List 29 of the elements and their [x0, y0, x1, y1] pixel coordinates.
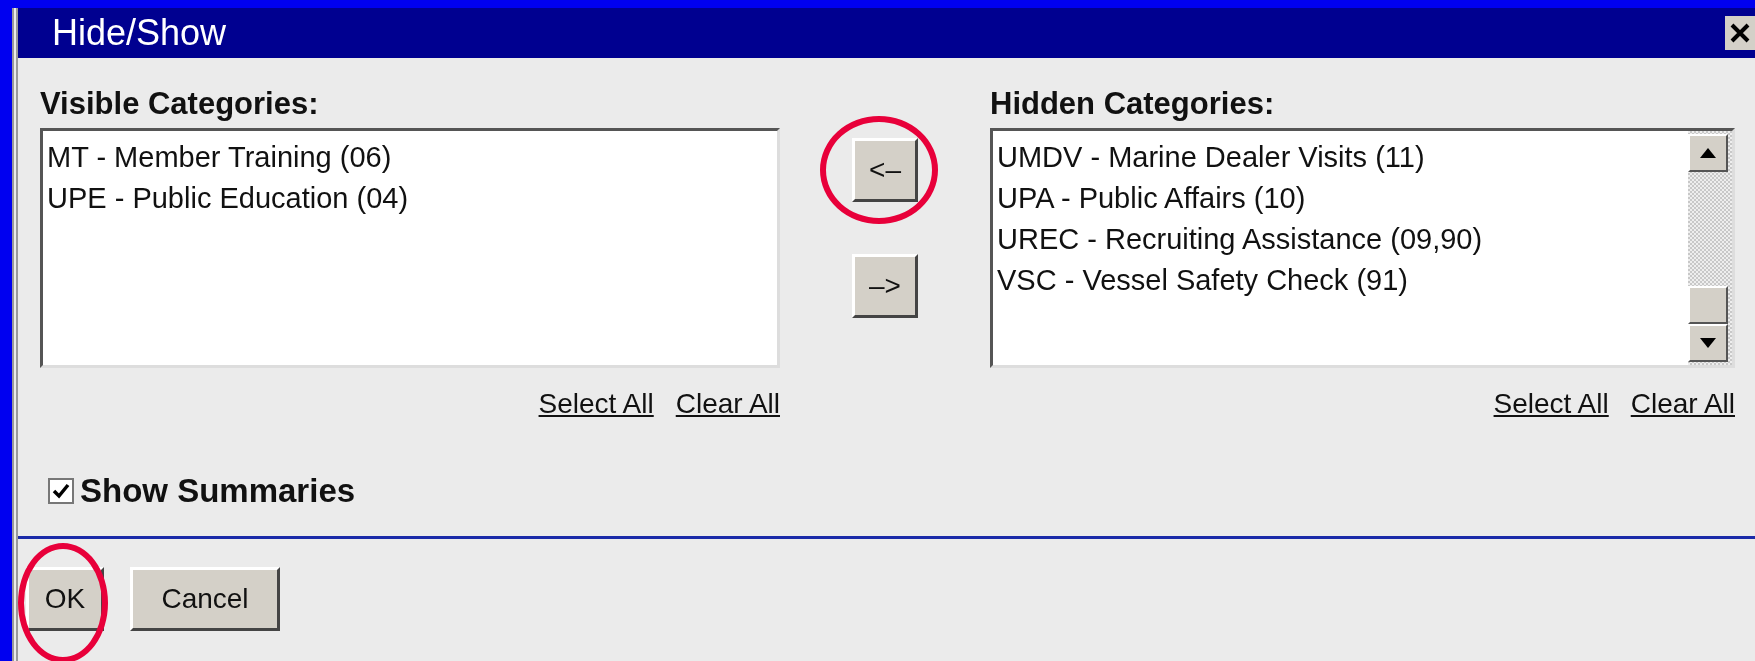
list-heading: Visible Categories:: [40, 86, 320, 122]
list-item[interactable]: UMDV - Marine Dealer Visits (11): [997, 137, 1684, 178]
list-item[interactable]: VSC - Vessel Safety Check (91): [997, 260, 1684, 301]
list-item[interactable]: UPA - Public Affairs (10): [997, 178, 1684, 219]
list-heading: Hidden Categories:: [990, 86, 1276, 122]
check-icon: [52, 482, 70, 500]
down-arrow-icon: [1700, 338, 1716, 348]
select-all-link[interactable]: Select All: [538, 388, 654, 420]
ok-button[interactable]: OK: [26, 567, 104, 631]
clear-all-link[interactable]: Clear All: [1630, 388, 1735, 420]
move-button[interactable]: –>: [852, 254, 918, 318]
category-list[interactable]: UMDV - Marine Dealer Visits (11) UPA - Public Affairs (10) UREC - Recruiting Assistance (09,90) VSC - Vessel Safety Check (91): [990, 128, 1735, 368]
close-icon: [1729, 22, 1751, 44]
window-title: Hide/Show: [52, 15, 227, 51]
clear-all-link[interactable]: Clear All: [675, 388, 780, 420]
scroll-thumb[interactable]: [1688, 286, 1728, 324]
move-button[interactable]: <–: [852, 138, 918, 202]
cancel-button[interactable]: Cancel: [130, 567, 280, 631]
scroll-up-button[interactable]: [1688, 134, 1728, 172]
list-item[interactable]: MT - Member Training (06): [47, 137, 773, 178]
list-item[interactable]: UPE - Public Education (04): [47, 178, 773, 219]
show-summaries-checkbox[interactable]: Show Summaries: [18, 420, 1755, 510]
select-all-link[interactable]: Select All: [1493, 388, 1609, 420]
category-list[interactable]: MT - Member Training (06) UPE - Public Education (04): [40, 128, 780, 368]
close-button[interactable]: [1725, 16, 1755, 50]
scroll-bar[interactable]: [1688, 131, 1732, 365]
scroll-down-button[interactable]: [1688, 324, 1728, 362]
list-item[interactable]: UREC - Recruiting Assistance (09,90): [997, 219, 1684, 260]
up-arrow-icon: [1700, 148, 1716, 158]
